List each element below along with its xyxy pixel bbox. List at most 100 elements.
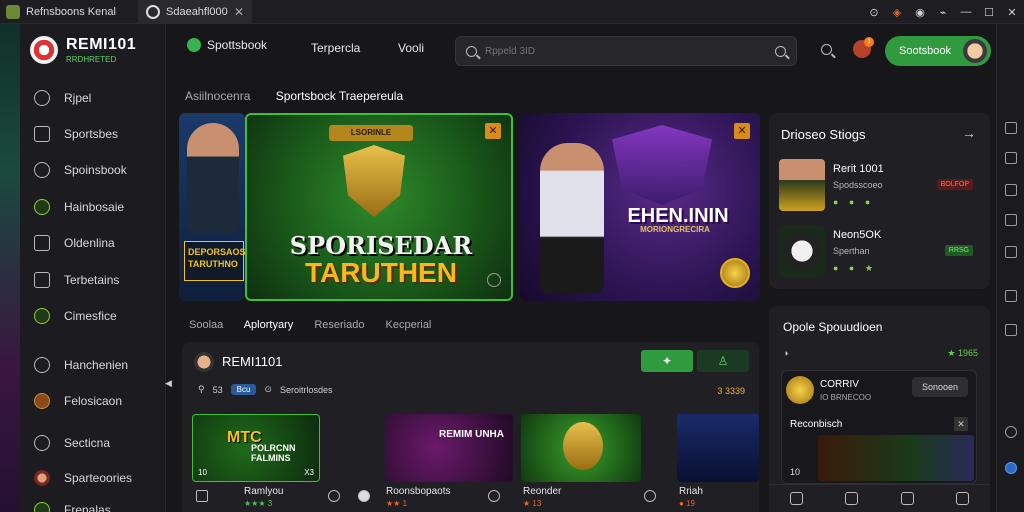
collapse-sidebar-icon[interactable]: ◀ [165,378,172,389]
game-card-4[interactable] [677,414,759,482]
extension-icon[interactable]: ◈ [891,6,903,19]
close-window-icon[interactable]: ✕ [1006,6,1018,19]
list-item[interactable]: Neon5OK Sperthan ● ● ★ RRSG [779,225,981,279]
browser-tab-1[interactable]: Refnsboons Kenal [6,0,136,24]
game-card-2[interactable]: REMIM UNHA [385,414,513,482]
globe-icon[interactable] [1005,462,1017,474]
player-image [540,143,604,293]
sidebar-item-2[interactable]: Sportsbes [34,124,118,144]
trophy-icon [34,502,50,512]
home-icon[interactable] [790,492,804,505]
panel-title: Drioseo Stiogs [781,127,866,142]
shield-icon [343,145,405,217]
sidebar-item-label: Sparteoories [64,471,133,485]
search-toggle-icon[interactable] [821,44,832,55]
account-button[interactable]: Sootsbook [885,36,991,66]
games-meta: ⚲ 53 Bcu ⊙ Seroitrlosdes [198,384,332,395]
grid-icon[interactable] [196,490,208,502]
game-info-2: Roonsbopaots ★★ 1 [386,486,451,508]
close-badge-icon[interactable]: ✕ [485,123,501,139]
browser-tab-2[interactable]: Sdaeahfl000 ✕ [138,0,252,24]
tab-4[interactable]: Kecperial [386,319,432,331]
close-icon[interactable]: ✕ [954,417,968,431]
tab-3[interactable]: Reseriado [314,319,364,331]
close-badge-icon[interactable]: ✕ [734,123,750,139]
card-button[interactable]: Sonooen [912,377,968,397]
tag-icon[interactable] [644,490,656,502]
breadcrumb-item[interactable]: Asiilnocenra [185,89,250,103]
search-input[interactable] [485,45,775,57]
status-badge: RRSG [944,245,973,256]
play-icon[interactable] [328,490,340,502]
game-card-3[interactable] [521,414,641,482]
sidebar-item-11[interactable]: Sparteoories [34,468,132,488]
breadcrumb-item-active[interactable]: Sportsbock Traepereula [276,89,403,103]
panel-meta: ◑ ★ 1965 [783,348,978,358]
coin-icon [720,258,750,288]
game-info-4: Rriah ● 19 [679,486,703,508]
hero-banner-main[interactable]: LSORINLE SPORISEDAR TARUTHEN ✕ [245,113,513,301]
bookmark-icon[interactable] [1005,214,1017,226]
search-bar[interactable] [455,36,797,66]
sidebar-item-4[interactable]: Hainbosaie [34,197,124,217]
header-link-2[interactable]: Vooli [398,41,424,55]
close-tab-icon[interactable]: ✕ [234,5,244,19]
record-icon[interactable]: ⊙ [868,6,880,19]
game-subtitle: POLRCNN FALMINS [251,443,296,463]
event-card[interactable]: CORRIV IO BRNECOO Sonooen Reconbisch ✕ 1… [781,370,977,484]
tab-2[interactable]: Aplortyary [244,319,294,331]
maximize-icon[interactable]: ☐ [983,6,995,19]
gift-icon[interactable] [1005,246,1017,258]
sidebar-item-5[interactable]: Oldenlina [34,233,115,253]
brand[interactable]: REMI101 RRDHRETED [30,36,136,64]
key-icon: ⚲ [198,384,205,394]
panel-icon[interactable] [1005,122,1017,134]
hero-banner-left[interactable]: DEPORSAOS TARUTHNO [179,113,245,301]
notification-badge: 1 [864,37,874,47]
search-submit-icon[interactable] [775,45,786,57]
play-icon[interactable] [488,490,500,502]
chat-icon[interactable] [1005,184,1017,196]
star-button[interactable]: ✦ [641,350,693,372]
minimize-icon[interactable]: — [960,6,972,18]
tab-1[interactable]: Soolaa [189,319,223,331]
arrow-right-icon[interactable]: → [962,125,976,141]
sidebar-item-9[interactable]: Felosicaon [34,391,122,411]
item-icons: ● ● ● [833,197,875,207]
sidebar-item-label: Terbetains [64,273,120,287]
help-icon[interactable] [1005,426,1017,438]
chat-icon[interactable] [955,492,969,505]
user-button[interactable]: ♙ [697,350,749,372]
list-item[interactable]: Rerit 1001 Spodsscoeo ● ● ● BOLFOP [779,159,981,213]
settings-icon[interactable]: ◉ [914,6,926,19]
game-title: REMIM UNHA [439,429,504,440]
panel-title: Opole Spouudioen [783,320,883,334]
bolt-icon[interactable]: ⌁ [937,6,949,19]
flag-icon[interactable] [358,490,370,502]
card-sub: IO BRNECOO [820,393,872,402]
sidebar-item-8[interactable]: Hanchenien [34,355,128,375]
filter-chip[interactable]: Bcu [230,384,257,395]
sidebar-item-10[interactable]: Secticna [34,433,110,453]
sidebar-item-3[interactable]: Spoinsbook [34,160,127,180]
sidebar-item-label: Frenalas [64,503,111,512]
sidebar-item-7[interactable]: Cimesfice [34,306,117,326]
sportsbook-button[interactable]: Spottsbook [187,38,267,52]
bag-icon[interactable] [845,492,859,505]
window-icon [34,235,50,251]
layout-icon[interactable] [1005,152,1017,164]
settings-icon[interactable] [1005,324,1017,336]
ticket-icon[interactable] [900,492,914,505]
list-icon[interactable] [1005,290,1017,302]
sidebar-item-1[interactable]: Rjpel [34,88,91,108]
sidebar-item-12[interactable]: Frenalas [34,500,111,512]
badge-icon [34,393,50,409]
toggle-icon[interactable]: ◑ [783,348,788,358]
banner-subtitle: TARUTHEN [305,257,457,288]
header-link-1[interactable]: Terpercla [311,41,360,55]
hero-banner-right[interactable]: EHEN.ININ MORIONGRECIRA ✕ [520,113,760,301]
game-card-1[interactable]: MTC POLRCNN FALMINS 10 X3 [192,414,320,482]
top-header: Spottsbook Terpercla Vooli 1 Sootsbook [167,24,997,78]
sidebar-item-6[interactable]: Terbetains [34,270,119,290]
refresh-icon[interactable] [487,273,501,287]
